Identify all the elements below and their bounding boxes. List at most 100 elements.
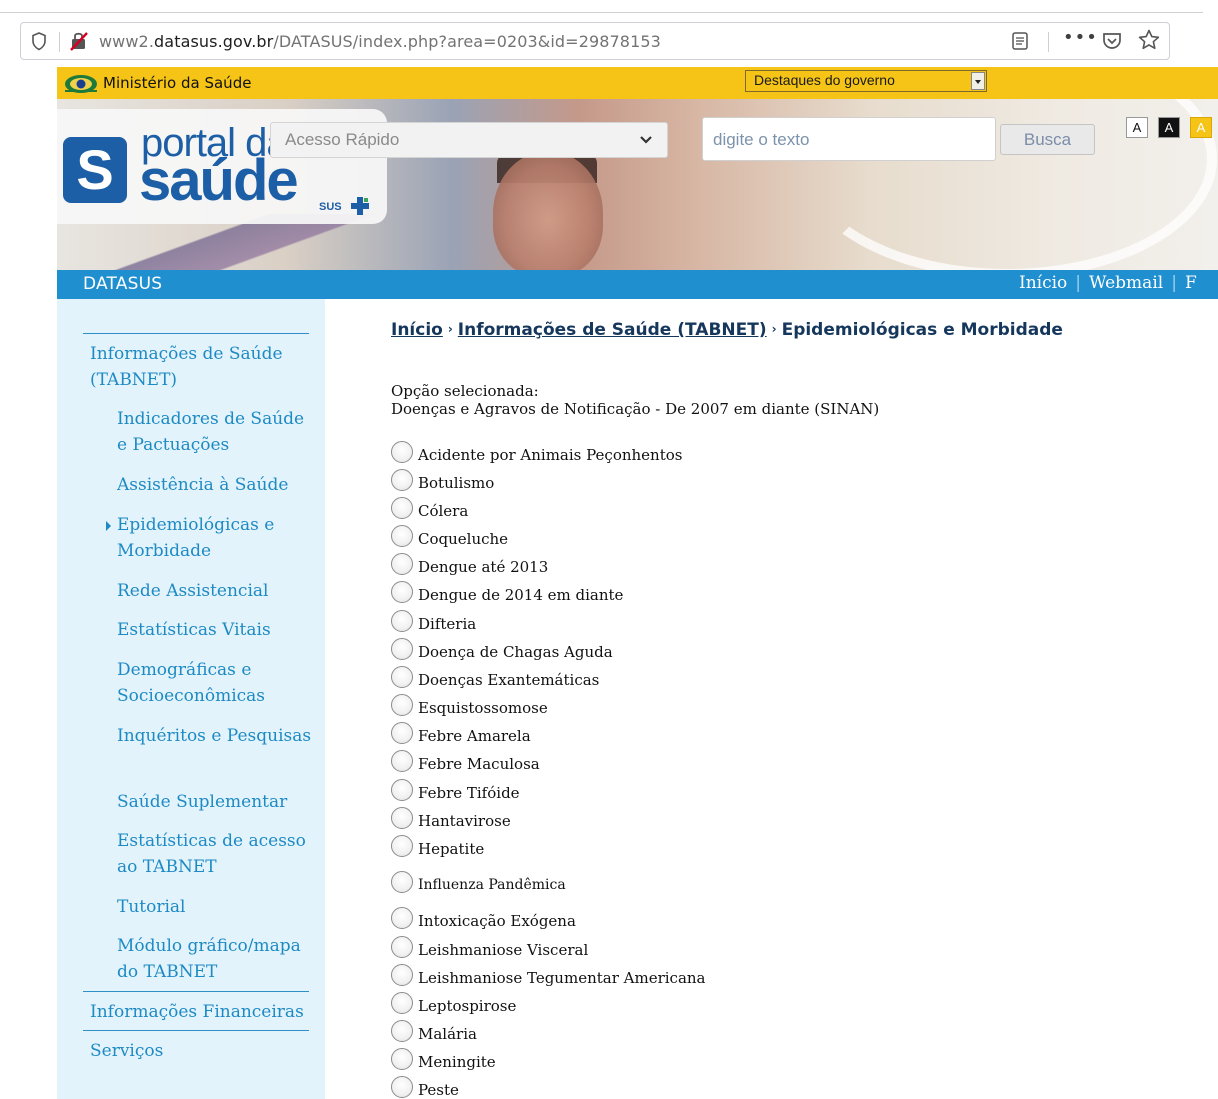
disease-option-label[interactable]: Acidente por Animais Peçonhentos bbox=[418, 446, 682, 464]
radio-button[interactable] bbox=[391, 1076, 413, 1098]
sidebar-section-tabnet-label: Informações de Saúde (TABNET) bbox=[90, 344, 283, 390]
government-bar: Ministério da Saúde Destaques do governo bbox=[57, 67, 1218, 99]
url-text[interactable]: www2.datasus.gov.br/DATASUS/index.php?ar… bbox=[99, 32, 661, 51]
disease-option-label[interactable]: Coqueluche bbox=[418, 530, 508, 548]
navbar-links: Início | Webmail | F bbox=[1019, 273, 1197, 293]
disease-option-label[interactable]: Doença de Chagas Aguda bbox=[418, 643, 613, 661]
radio-button[interactable] bbox=[391, 694, 413, 716]
disease-option-label[interactable]: Peste bbox=[418, 1081, 459, 1099]
quick-access-select[interactable]: Acesso Rápido bbox=[270, 122, 668, 158]
toolbar-divider bbox=[0, 12, 1203, 13]
navbar-brand[interactable]: DATASUS bbox=[83, 274, 162, 294]
sidebar-item-inqueritos[interactable]: Inquéritos e Pesquisas bbox=[117, 723, 317, 749]
ministry-title[interactable]: Ministério da Saúde bbox=[103, 74, 251, 92]
disease-option-label[interactable]: Botulismo bbox=[418, 474, 494, 492]
sidebar-item-tutorial[interactable]: Tutorial bbox=[117, 894, 317, 920]
disease-option-label[interactable]: Leishmaniose Visceral bbox=[418, 941, 588, 959]
disease-option-label[interactable]: Meningite bbox=[418, 1053, 496, 1071]
nav-link-webmail[interactable]: Webmail bbox=[1089, 273, 1163, 293]
sidebar-item-rede-assistencial[interactable]: Rede Assistencial bbox=[117, 578, 317, 604]
sidebar-section-servicos[interactable]: Serviços bbox=[90, 1038, 163, 1064]
radio-button[interactable] bbox=[391, 907, 413, 929]
radio-button[interactable] bbox=[391, 441, 413, 463]
disease-option-label[interactable]: Hepatite bbox=[418, 840, 484, 858]
brazil-coat-of-arms-icon[interactable] bbox=[63, 72, 99, 94]
bookmark-star-icon[interactable] bbox=[1137, 28, 1161, 52]
radio-button[interactable] bbox=[391, 992, 413, 1014]
sidebar-item-saude-suplementar[interactable]: Saúde Suplementar bbox=[117, 789, 317, 815]
radio-button[interactable] bbox=[391, 581, 413, 603]
disease-option-label[interactable]: Leishmaniose Tegumentar Americana bbox=[418, 969, 706, 987]
disease-option-label[interactable]: Dengue de 2014 em diante bbox=[418, 586, 623, 604]
sidebar-item-demograficas[interactable]: Demográficas e Socioeconômicas bbox=[117, 657, 317, 709]
disease-option-label[interactable]: Difteria bbox=[418, 615, 476, 633]
page-actions-more-icon[interactable]: ••• bbox=[1063, 27, 1098, 48]
selected-option-value: Doenças e Agravos de Notificação - De 20… bbox=[391, 400, 880, 418]
radio-button[interactable] bbox=[391, 1048, 413, 1070]
disease-option-label[interactable]: Intoxicação Exógena bbox=[418, 912, 576, 930]
sus-cross-icon bbox=[351, 197, 369, 215]
breadcrumb-separator: › bbox=[771, 322, 777, 336]
radio-button[interactable] bbox=[391, 525, 413, 547]
radio-button[interactable] bbox=[391, 553, 413, 575]
disease-option-label[interactable]: Esquistossomose bbox=[418, 699, 548, 717]
radio-button[interactable] bbox=[391, 722, 413, 744]
url-prefix: www2. bbox=[99, 32, 155, 51]
sidebar-item-modulo-grafico[interactable]: Módulo gráfico/mapa do TABNET bbox=[117, 933, 317, 985]
reader-view-icon[interactable] bbox=[1011, 30, 1029, 52]
disease-option-label[interactable]: Febre Maculosa bbox=[418, 755, 540, 773]
disease-option-label[interactable]: Malária bbox=[418, 1025, 477, 1043]
sidebar-item-indicadores[interactable]: Indicadores de Saúde e Pactuações bbox=[117, 406, 317, 458]
government-highlights-select[interactable]: Destaques do governo bbox=[745, 70, 987, 92]
contrast-normal-button[interactable]: A bbox=[1126, 117, 1148, 138]
disease-option-label[interactable]: Doenças Exantemáticas bbox=[418, 671, 599, 689]
radio-button[interactable] bbox=[391, 936, 413, 958]
insecure-lock-icon[interactable] bbox=[69, 30, 89, 52]
contrast-yellow-button[interactable]: A bbox=[1190, 117, 1212, 138]
disease-option-label[interactable]: Cólera bbox=[418, 502, 468, 520]
sidebar-section-tabnet[interactable]: Informações de Saúde (TABNET) bbox=[90, 341, 290, 393]
sidebar-item-epidemiologicas[interactable]: Epidemiológicas e Morbidade bbox=[117, 512, 317, 564]
radio-button[interactable] bbox=[391, 964, 413, 986]
sidebar-item-estatisticas-acesso[interactable]: Estatísticas de acesso ao TABNET bbox=[117, 828, 322, 880]
disease-option-label[interactable]: Dengue até 2013 bbox=[418, 558, 548, 576]
search-input[interactable]: digite o texto bbox=[702, 117, 996, 161]
nav-link-truncated[interactable]: F bbox=[1185, 273, 1197, 293]
contrast-high-button[interactable]: A bbox=[1158, 117, 1180, 138]
sidebar-section-financeiras[interactable]: Informações Financeiras bbox=[90, 999, 320, 1025]
radio-button[interactable] bbox=[391, 750, 413, 772]
search-button[interactable]: Busca bbox=[1000, 124, 1095, 155]
government-highlights-value: Destaques do governo bbox=[754, 72, 895, 88]
radio-button[interactable] bbox=[391, 610, 413, 632]
breadcrumb-tabnet[interactable]: Informações de Saúde (TABNET) bbox=[458, 320, 767, 340]
radio-button[interactable] bbox=[391, 779, 413, 801]
select-arrow-icon bbox=[971, 72, 985, 90]
address-bar[interactable]: www2.datasus.gov.br/DATASUS/index.php?ar… bbox=[20, 22, 1170, 60]
sidebar-item-assistencia[interactable]: Assistência à Saúde bbox=[117, 472, 317, 498]
disease-option-label[interactable]: Leptospirose bbox=[418, 997, 516, 1015]
breadcrumb-home[interactable]: Início bbox=[391, 320, 443, 340]
nav-link-inicio[interactable]: Início bbox=[1019, 273, 1067, 293]
radio-button[interactable] bbox=[391, 497, 413, 519]
nav-separator: | bbox=[1075, 273, 1082, 293]
radio-button[interactable] bbox=[391, 666, 413, 688]
breadcrumb: Início › Informações de Saúde (TABNET) › Epi… bbox=[391, 320, 1063, 340]
radio-button[interactable] bbox=[391, 638, 413, 660]
radio-button[interactable] bbox=[391, 1020, 413, 1042]
disease-option-label[interactable]: Febre Amarela bbox=[418, 727, 531, 745]
breadcrumb-separator: › bbox=[447, 322, 453, 336]
radio-button[interactable] bbox=[391, 871, 413, 893]
current-item-arrow-icon bbox=[106, 521, 111, 531]
pocket-icon[interactable] bbox=[1101, 30, 1123, 52]
logo-text-sus: SUS bbox=[319, 201, 342, 213]
tracking-shield-icon[interactable] bbox=[31, 30, 47, 52]
logo-s-mark: S bbox=[63, 137, 127, 203]
banner-photo-baby bbox=[493, 151, 603, 270]
disease-option-label[interactable]: Hantavirose bbox=[418, 812, 511, 830]
disease-option-label[interactable]: Febre Tifóide bbox=[418, 784, 520, 802]
radio-button[interactable] bbox=[391, 807, 413, 829]
radio-button[interactable] bbox=[391, 469, 413, 491]
radio-button[interactable] bbox=[391, 835, 413, 857]
disease-option-label[interactable]: Influenza Pandêmica bbox=[418, 877, 566, 893]
sidebar-item-estatisticas-vitais[interactable]: Estatísticas Vitais bbox=[117, 617, 317, 643]
